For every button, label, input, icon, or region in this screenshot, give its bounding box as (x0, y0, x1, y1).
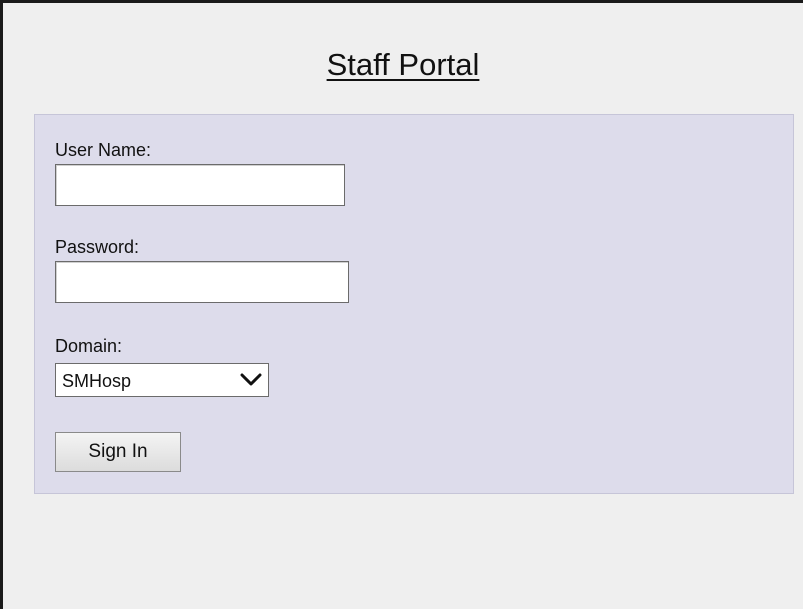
login-window: Staff Portal User Name: Password: Domain… (0, 0, 803, 609)
sign-in-button[interactable]: Sign In (55, 432, 181, 472)
domain-select[interactable]: SMHosp (55, 363, 269, 397)
password-label: Password: (55, 237, 140, 257)
domain-select-value: SMHosp (62, 371, 132, 391)
login-panel: User Name: Password: Domain: SMHosp Sign… (34, 114, 794, 494)
page-title: Staff Portal (326, 47, 480, 82)
chevron-down-icon (240, 373, 262, 386)
username-label: User Name: (55, 140, 152, 160)
username-input[interactable] (55, 164, 345, 206)
password-input[interactable] (55, 261, 349, 303)
domain-label: Domain: (55, 336, 123, 356)
